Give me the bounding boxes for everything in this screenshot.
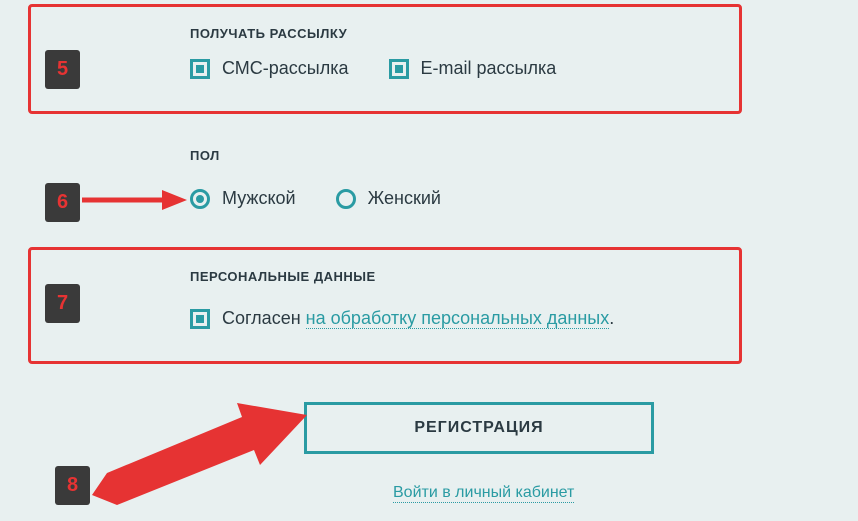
annotation-box-5	[28, 4, 742, 114]
arrow-icon	[92, 395, 312, 505]
annotation-box-7	[28, 247, 742, 364]
annotation-number-6: 6	[45, 183, 80, 222]
login-link[interactable]: Войти в личный кабинет	[393, 484, 574, 503]
gender-heading: ПОЛ	[190, 148, 220, 163]
arrow-icon	[82, 190, 187, 210]
gender-male-radio[interactable]: Мужской	[190, 188, 296, 209]
gender-female-radio[interactable]: Женский	[336, 188, 441, 209]
gender-female-label: Женский	[368, 188, 441, 209]
radio-unselected-icon	[336, 189, 356, 209]
annotation-number-7: 7	[45, 284, 80, 323]
register-button[interactable]: РЕГИСТРАЦИЯ	[304, 402, 654, 454]
annotation-number-8: 8	[55, 466, 90, 505]
annotation-number-5: 5	[45, 50, 80, 89]
gender-male-label: Мужской	[222, 188, 296, 209]
radio-selected-icon	[190, 189, 210, 209]
